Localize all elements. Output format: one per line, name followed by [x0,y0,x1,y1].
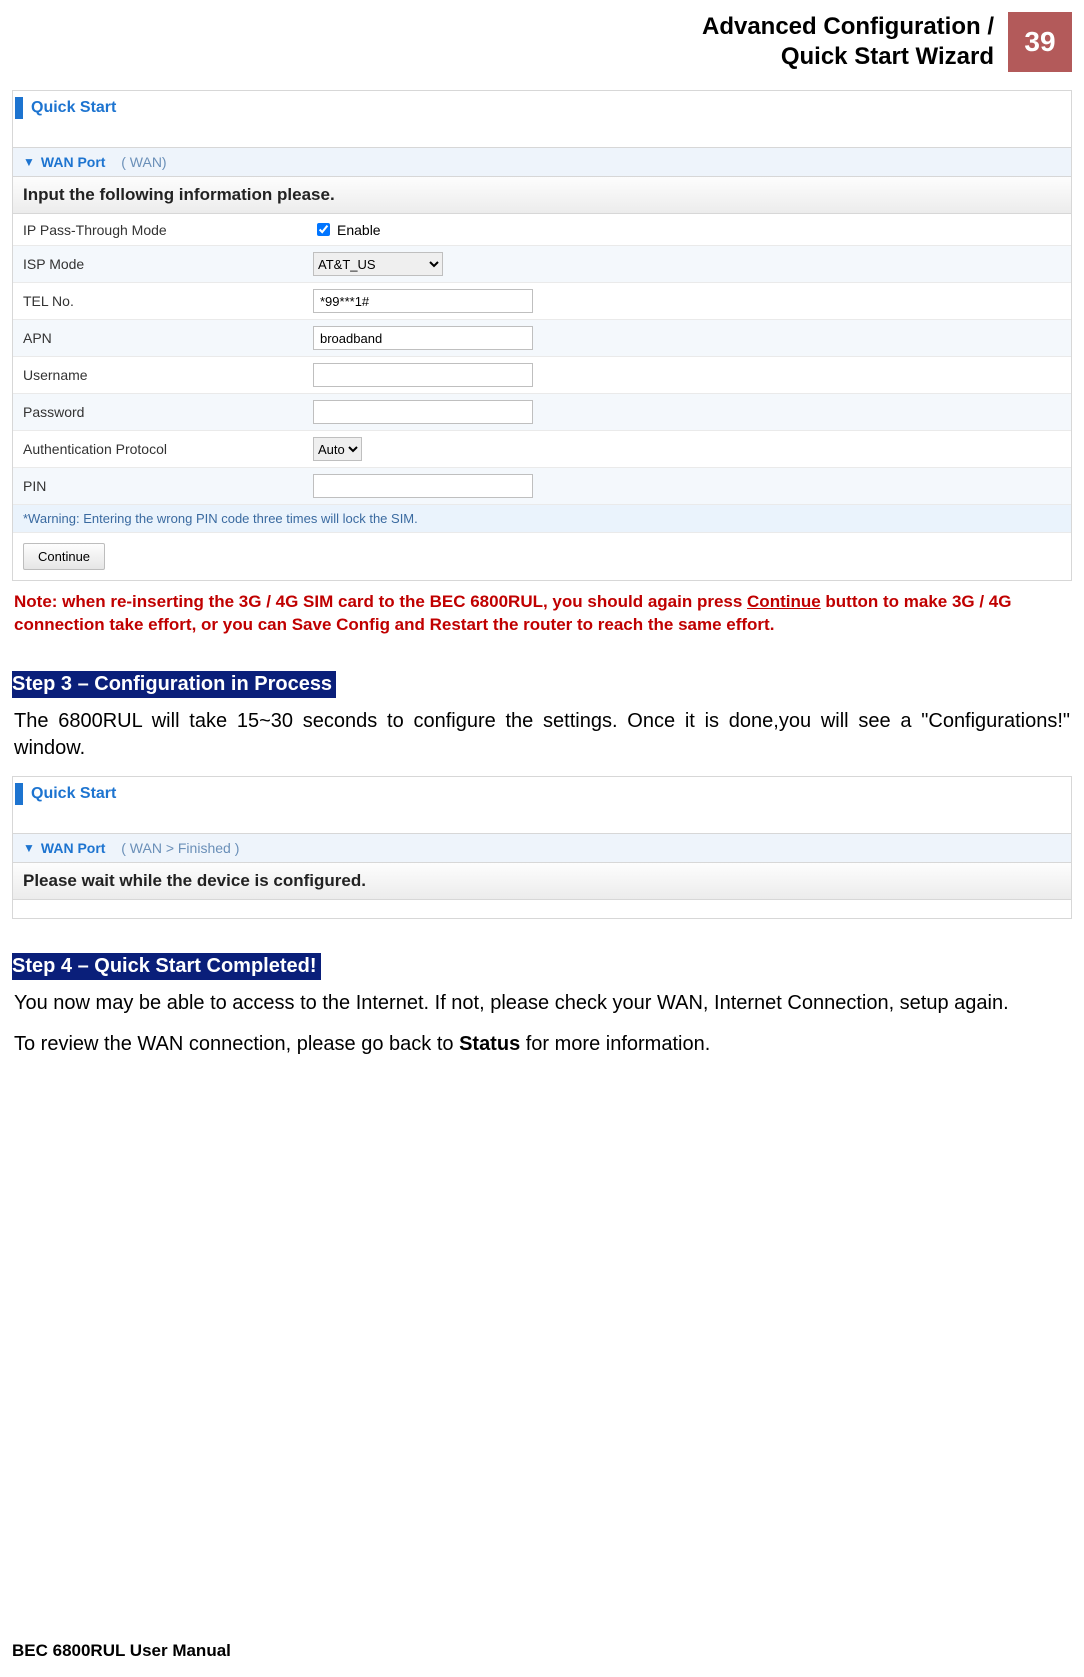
pin-warning-text: *Warning: Entering the wrong PIN code th… [13,505,1071,533]
step4-body2-pre: To review the WAN connection, please go … [14,1033,459,1055]
note-prefix: Note: when re-inserting the 3G / 4G SIM … [14,592,747,611]
step4-body2-post: for more information. [520,1033,710,1055]
page-number-badge: 39 [1008,12,1072,72]
step4-body2-bold: Status [459,1033,520,1055]
isp-select[interactable]: AT&T_US [313,252,443,276]
section2-label: WAN Port [41,840,106,856]
note-underlined: Continue [747,592,821,611]
row-ip-pass: IP Pass-Through Mode Enable [13,214,1071,246]
username-input[interactable] [313,363,533,387]
row-apn: APN [13,320,1071,357]
row-username: Username [13,357,1071,394]
section-label: WAN Port [41,154,106,170]
step3-body: The 6800RUL will take 15~30 seconds to c… [14,708,1070,762]
page-header: Advanced Configuration / Quick Start Wiz… [12,12,1072,72]
title-bar-icon [15,783,23,805]
panel-title: Quick Start [13,91,1071,125]
ip-pass-label: IP Pass-Through Mode [13,214,303,246]
ip-pass-checkbox[interactable] [317,223,330,236]
step3-badge: Step 3 – Configuration in Process [12,671,336,698]
header-line2: Quick Start Wizard [781,43,994,70]
step4-badge: Step 4 – Quick Start Completed! [12,953,321,980]
wan-port-section-header-2[interactable]: ▼ WAN Port ( WAN > Finished ) [13,833,1071,863]
step4-body2: To review the WAN connection, please go … [14,1031,1070,1058]
row-isp: ISP Mode AT&T_US [13,246,1071,283]
header-title: Advanced Configuration / Quick Start Wiz… [702,12,1008,72]
row-tel: TEL No. [13,283,1071,320]
apn-label: APN [13,320,303,357]
auth-select[interactable]: Auto [313,437,362,461]
auth-label: Authentication Protocol [13,431,303,468]
quick-start-panel-2: Quick Start ▼ WAN Port ( WAN > Finished … [12,776,1072,919]
section2-crumbs: ( WAN > Finished ) [113,840,239,856]
isp-label: ISP Mode [13,246,303,283]
chevron-down-icon: ▼ [23,155,35,169]
chevron-down-icon: ▼ [23,841,35,855]
title-bar-icon [15,97,23,119]
panel2-title: Quick Start [13,777,1071,811]
panel-title-text: Quick Start [31,99,116,117]
apn-input[interactable] [313,326,533,350]
ip-pass-checkbox-label: Enable [337,222,381,238]
sim-reinsert-note: Note: when re-inserting the 3G / 4G SIM … [14,591,1070,637]
header-line1: Advanced Configuration / [702,13,994,40]
row-warning: *Warning: Entering the wrong PIN code th… [13,505,1071,533]
continue-button[interactable]: Continue [23,543,105,570]
row-auth: Authentication Protocol Auto [13,431,1071,468]
footer-text: BEC 6800RUL User Manual [12,1641,231,1661]
button-row: Continue [13,533,1071,580]
password-input[interactable] [313,400,533,424]
wan-port-section-header[interactable]: ▼ WAN Port ( WAN) [13,147,1071,177]
quick-start-panel-1: Quick Start ▼ WAN Port ( WAN) Input the … [12,90,1072,581]
password-label: Password [13,394,303,431]
row-pin: PIN [13,468,1071,505]
section-paren: ( WAN) [113,154,166,170]
instruction-bar-2: Please wait while the device is configur… [13,863,1071,900]
panel2-title-text: Quick Start [31,785,116,803]
row-password: Password [13,394,1071,431]
pin-label: PIN [13,468,303,505]
tel-label: TEL No. [13,283,303,320]
username-label: Username [13,357,303,394]
pin-input[interactable] [313,474,533,498]
tel-input[interactable] [313,289,533,313]
step4-body1: You now may be able to access to the Int… [14,990,1070,1017]
config-form-table: IP Pass-Through Mode Enable ISP Mode AT&… [13,214,1071,533]
instruction-bar: Input the following information please. [13,177,1071,214]
